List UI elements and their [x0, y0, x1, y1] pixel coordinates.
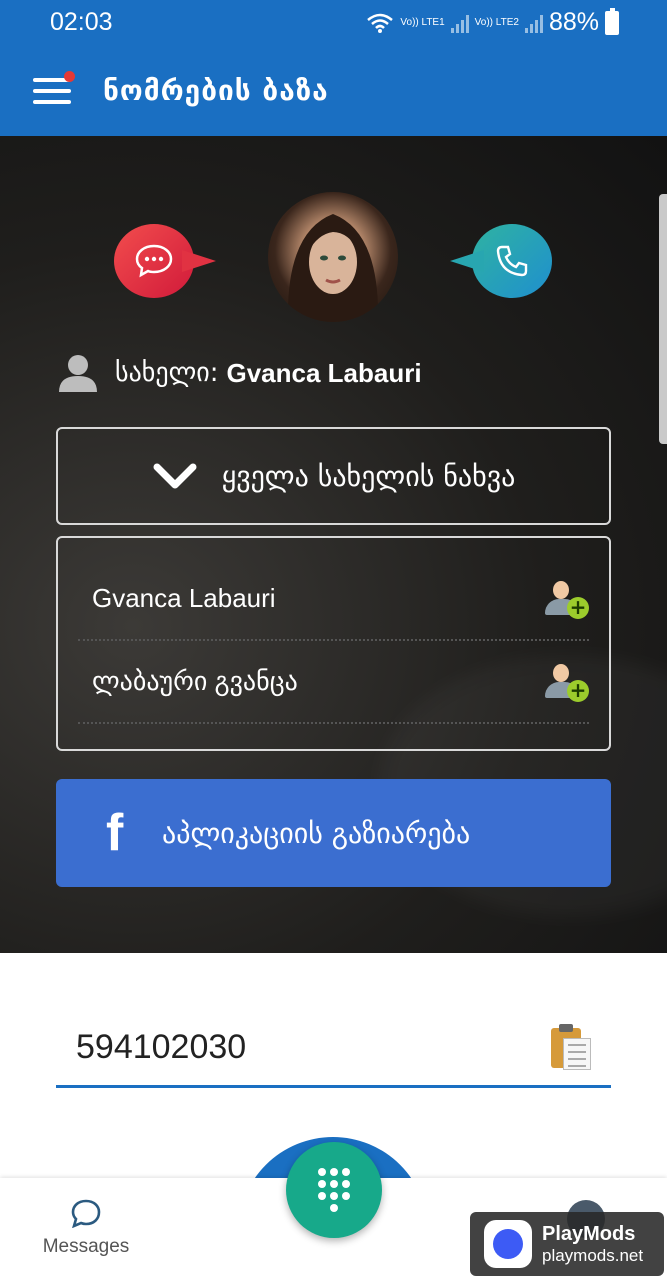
phone-number-field [56, 1010, 611, 1088]
notification-dot [64, 71, 75, 82]
menu-icon-line [33, 100, 71, 104]
watermark: PlayMods playmods.net [470, 1212, 664, 1276]
signal-bars-1-icon [450, 13, 469, 33]
wifi-icon [367, 13, 394, 33]
status-bar: 02:03 Vo)) LTE1 Vo)) LTE2 88% [0, 0, 667, 44]
nav-messages[interactable]: Messages [36, 1198, 136, 1258]
battery-icon [605, 7, 619, 35]
facebook-share-label: აპლიკაციის გაზიარება [162, 816, 471, 850]
playmods-logo-icon [484, 1220, 532, 1268]
menu-icon-line [33, 89, 71, 93]
name-value: Gvanca Labauri [226, 357, 422, 388]
message-button[interactable] [114, 224, 216, 298]
menu-button[interactable] [33, 71, 75, 106]
show-all-names-button[interactable]: ყველა სახელის ნახვა [56, 427, 611, 525]
list-item-name: ლაბაური გვანცა [92, 666, 298, 696]
add-contact-icon[interactable]: + [545, 662, 589, 702]
avatar [268, 192, 398, 322]
chevron-down-icon [153, 463, 197, 489]
facebook-icon: f [106, 804, 124, 862]
sim1-indicator: Vo)) LTE1 [400, 17, 445, 28]
phone-icon [496, 245, 528, 277]
name-row: სახელი: Gvanca Labauri [57, 354, 422, 392]
app-bar: ნომრების ბაზა [0, 44, 667, 136]
names-list: Gvanca Labauri + ლაბაური გვანცა + [56, 536, 611, 751]
sim2-indicator: Vo)) LTE2 [474, 17, 519, 28]
app-title: ნომრების ბაზა [103, 74, 329, 107]
dialpad-icon [318, 1168, 350, 1212]
clipboard-icon[interactable] [551, 1024, 591, 1070]
status-time: 02:03 [50, 8, 113, 36]
phone-number-input[interactable] [56, 1028, 526, 1067]
nav-messages-label: Messages [42, 1236, 130, 1257]
list-item: ლაბაური გვანცა + [78, 641, 589, 724]
facebook-share-button[interactable]: f აპლიკაციის გაზიარება [56, 779, 611, 887]
watermark-subtitle: playmods.net [542, 1245, 644, 1265]
name-label: სახელი: [115, 358, 219, 388]
add-contact-icon[interactable]: + [545, 579, 589, 619]
battery-percent: 88% [548, 8, 599, 36]
message-bubble-icon [70, 1198, 102, 1229]
chat-icon [135, 244, 173, 278]
scrollbar[interactable] [659, 194, 667, 444]
list-item: Gvanca Labauri + [78, 558, 589, 641]
avatar-photo [287, 214, 379, 322]
profile-card: სახელი: Gvanca Labauri ყველა სახელის ნახ… [0, 136, 667, 953]
list-item-name: Gvanca Labauri [92, 583, 276, 613]
signal-bars-2-icon [524, 13, 543, 33]
status-icons: Vo)) LTE1 Vo)) LTE2 88% [366, 7, 619, 37]
watermark-title: PlayMods [542, 1222, 636, 1245]
person-icon [59, 355, 97, 392]
show-all-names-label: ყველა სახელის ნახვა [221, 459, 516, 493]
call-button[interactable] [450, 224, 552, 298]
dialpad-button[interactable] [286, 1142, 382, 1238]
